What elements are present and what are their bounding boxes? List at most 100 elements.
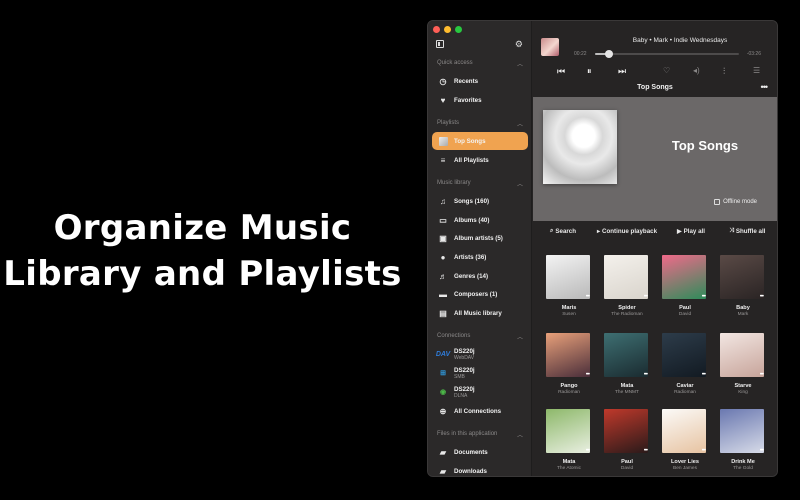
- more-options-icon[interactable]: •••: [761, 82, 769, 92]
- minimize-window-button[interactable]: [444, 26, 451, 33]
- sidebar-toggle-icon[interactable]: [436, 40, 444, 48]
- song-tile[interactable]: ••• Drink Me The Gold: [720, 409, 766, 471]
- song-more-icon[interactable]: •••: [586, 372, 590, 378]
- section-files[interactable]: Files in this application ︿: [437, 431, 523, 439]
- now-playing-bar: Baby • Mark • Indie Wednesdays 00:22 -03…: [533, 21, 777, 97]
- song-title: Paul: [679, 305, 691, 311]
- song-cover[interactable]: •••: [546, 333, 590, 378]
- checkbox-icon[interactable]: [714, 199, 721, 205]
- sidebar-item-artists[interactable]: ● Artists (36): [432, 248, 528, 266]
- search-button[interactable]: ⌕ Search: [550, 228, 576, 235]
- song-tile[interactable]: ••• Paul David: [662, 255, 708, 317]
- song-more-icon[interactable]: •••: [702, 294, 706, 300]
- song-more-icon[interactable]: •••: [702, 448, 706, 454]
- song-cover[interactable]: •••: [720, 333, 764, 378]
- song-more-icon[interactable]: •••: [586, 448, 590, 454]
- song-cover[interactable]: •••: [604, 409, 648, 454]
- section-playlists[interactable]: Playlists ︿: [437, 120, 523, 128]
- playlists-icon: ≡: [440, 155, 446, 165]
- song-cover[interactable]: •••: [546, 409, 590, 454]
- song-more-icon[interactable]: •••: [644, 372, 648, 378]
- clock-icon: ◷: [439, 76, 447, 86]
- offline-mode-toggle[interactable]: Offline mode: [714, 199, 757, 205]
- previous-track-icon[interactable]: ⏮: [557, 65, 565, 77]
- zoom-window-button[interactable]: [455, 26, 462, 33]
- connection-dlna[interactable]: ◉ DS220j DLNA: [432, 383, 528, 401]
- sidebar-item-documents[interactable]: ▰ Documents: [432, 443, 528, 461]
- song-cover[interactable]: •••: [662, 409, 706, 454]
- song-artist: Mark: [737, 312, 749, 317]
- sidebar-item-albums[interactable]: ▭ Albums (40): [432, 211, 528, 229]
- song-tile[interactable]: ••• Mata The MNMT: [604, 333, 650, 395]
- section-connections[interactable]: Connections ︿: [437, 333, 523, 341]
- song-title: Pango: [560, 383, 578, 389]
- song-more-icon[interactable]: •••: [644, 294, 648, 300]
- song-more-icon[interactable]: •••: [760, 372, 764, 378]
- close-window-button[interactable]: [433, 26, 440, 33]
- connection-webdav[interactable]: DAV DS220j WebDAV: [432, 345, 528, 363]
- song-more-icon[interactable]: •••: [702, 372, 706, 378]
- progress-knob[interactable]: [605, 50, 614, 58]
- sidebar-item-all-connections[interactable]: ⊕ All Connections: [432, 402, 528, 420]
- gear-icon[interactable]: ⚙: [515, 39, 523, 49]
- song-tile[interactable]: ••• Baby Mark: [720, 255, 766, 317]
- sidebar-item-top-songs[interactable]: Top Songs: [432, 132, 528, 150]
- progress-slider[interactable]: [595, 50, 739, 58]
- connection-smb[interactable]: ⊞ DS220j SMB: [432, 364, 528, 382]
- section-music-library[interactable]: Music library ︿: [437, 180, 523, 188]
- song-cover[interactable]: •••: [662, 333, 706, 378]
- play-all-button[interactable]: ▶ Play all: [677, 228, 705, 235]
- next-track-icon[interactable]: ⏭: [618, 65, 626, 77]
- queue-icon[interactable]: ☰: [753, 65, 760, 77]
- now-playing-artwork[interactable]: [541, 38, 559, 56]
- app-window: ⚙ Quick access ︿ ◷ Recents ♥ Favorites Pl…: [427, 20, 778, 477]
- webdav-icon: DAV: [435, 350, 451, 358]
- sidebar-item-album-artists[interactable]: ▣ Album artists (5): [432, 229, 528, 247]
- sidebar-item-all-playlists[interactable]: ≡ All Playlists: [432, 151, 528, 169]
- song-more-icon[interactable]: •••: [644, 448, 648, 454]
- sidebar-item-songs[interactable]: ♫ Songs (160): [432, 192, 528, 210]
- song-cover[interactable]: •••: [604, 333, 648, 378]
- album-artist-icon: ▣: [439, 233, 447, 243]
- song-artist: The Atomic: [557, 466, 581, 471]
- sidebar-item-composers[interactable]: ▬ Composers (1): [432, 285, 528, 303]
- sidebar-item-downloads[interactable]: ▰ Downloads: [432, 462, 528, 476]
- folder-documents-icon: ▰: [439, 447, 447, 457]
- song-tile[interactable]: ••• Maris Susen: [546, 255, 592, 317]
- song-tile[interactable]: ••• Spider The Radioman: [604, 255, 650, 317]
- heart-outline-icon[interactable]: ♡: [663, 65, 670, 77]
- sidebar-item-genres[interactable]: ♬ Genres (14): [432, 267, 528, 285]
- page-title: Top Songs: [637, 84, 673, 91]
- window-controls: [433, 26, 462, 33]
- song-tile[interactable]: ••• Mata The Atomic: [546, 409, 592, 471]
- volume-icon[interactable]: ◂): [693, 65, 700, 77]
- song-title: Lover Lies: [671, 459, 699, 465]
- now-playing-title: Baby • Mark • Indie Wednesdays: [632, 37, 728, 44]
- song-tile[interactable]: ••• Caviar Radioman: [662, 333, 708, 395]
- song-more-icon[interactable]: •••: [760, 294, 764, 300]
- song-cover[interactable]: •••: [546, 255, 590, 300]
- section-quick-access[interactable]: Quick access ︿: [437, 60, 523, 68]
- song-title: Mata: [620, 383, 634, 389]
- shuffle-all-button[interactable]: ⤨ Shuffle all: [729, 228, 765, 235]
- song-more-icon[interactable]: •••: [760, 448, 764, 454]
- song-tile[interactable]: ••• Paul David: [604, 409, 650, 471]
- song-more-icon[interactable]: •••: [586, 294, 590, 300]
- song-cover[interactable]: •••: [720, 255, 764, 300]
- song-tile[interactable]: ••• Starve King: [720, 333, 766, 395]
- sidebar-item-favorites[interactable]: ♥ Favorites: [432, 91, 528, 109]
- song-tile[interactable]: ••• Lover Lies Ben James: [662, 409, 708, 471]
- person-icon: ●: [440, 252, 446, 262]
- equalizer-icon[interactable]: ⫶: [723, 65, 725, 77]
- song-cover[interactable]: •••: [720, 409, 764, 454]
- song-tile[interactable]: ••• Pango Radioman: [546, 333, 592, 395]
- continue-playback-button[interactable]: ▸ Continue playback: [597, 228, 657, 235]
- sidebar-item-all-music-library[interactable]: ▤ All Music library: [432, 304, 528, 322]
- song-cover[interactable]: •••: [662, 255, 706, 300]
- sidebar-item-recents[interactable]: ◷ Recents: [432, 72, 528, 90]
- chevron-up-icon: ︿: [516, 122, 523, 128]
- promo-line-1: Organize Music: [53, 208, 352, 248]
- pause-icon[interactable]: ⏸: [587, 65, 592, 77]
- remaining-time: -03:26: [746, 51, 761, 57]
- song-cover[interactable]: •••: [604, 255, 648, 300]
